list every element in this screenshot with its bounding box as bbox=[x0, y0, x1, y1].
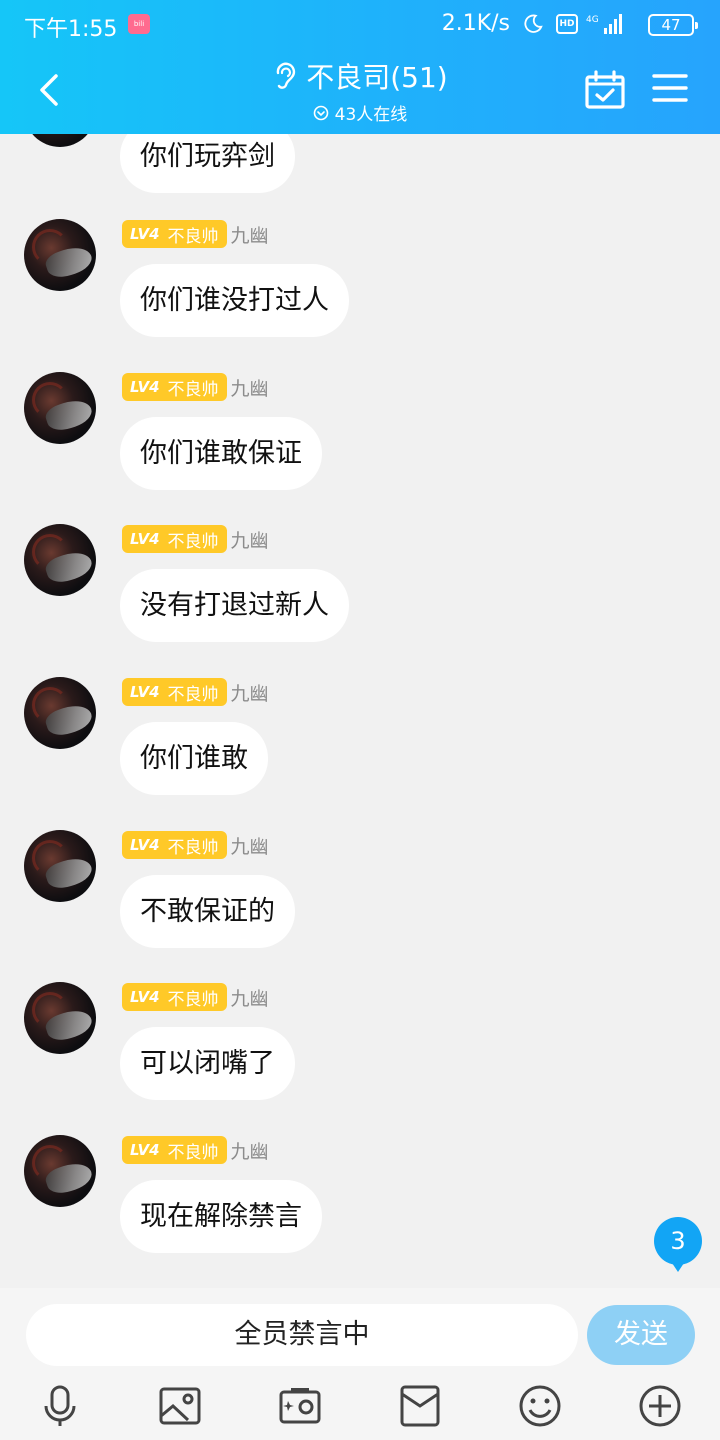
level-title: 不良帅 bbox=[167, 531, 219, 552]
level-badge: LV4 不良帅 bbox=[122, 373, 227, 401]
level-number: LV4 bbox=[130, 530, 160, 548]
sender-row: LV4 不良帅 九幽 bbox=[122, 677, 269, 707]
mic-icon[interactable] bbox=[38, 1384, 82, 1428]
avatar[interactable] bbox=[24, 830, 96, 902]
message-bubble[interactable]: 你们玩弈剑 bbox=[120, 134, 295, 193]
hd-icon: HD bbox=[556, 14, 578, 34]
image-icon[interactable] bbox=[158, 1384, 202, 1428]
title-row: 不良司(51) bbox=[272, 56, 448, 96]
status-time: 下午1:55 bbox=[24, 17, 118, 42]
message-item: LV4 不良帅 九幽 你们谁敢保证 bbox=[0, 372, 720, 512]
network-speed: 2.1K/s bbox=[441, 11, 510, 36]
level-number: LV4 bbox=[130, 378, 160, 396]
avatar[interactable] bbox=[24, 677, 96, 749]
message-bubble[interactable]: 你们谁敢 bbox=[120, 722, 268, 795]
level-number: LV4 bbox=[130, 225, 160, 243]
level-badge: LV4 不良帅 bbox=[122, 220, 227, 248]
sender-row: LV4 不良帅 九幽 bbox=[122, 1135, 269, 1165]
level-title: 不良帅 bbox=[167, 226, 219, 247]
message-bubble[interactable]: 不敢保证的 bbox=[120, 875, 295, 948]
sender-name[interactable]: 九幽 bbox=[231, 1137, 269, 1164]
level-title: 不良帅 bbox=[167, 837, 219, 858]
message-item: LV4 不良帅 九幽 没有打退过新人 bbox=[0, 524, 720, 664]
message-bubble[interactable]: 你们谁敢保证 bbox=[120, 417, 322, 490]
message-bubble[interactable]: 可以闭嘴了 bbox=[120, 1027, 295, 1100]
avatar[interactable] bbox=[24, 219, 96, 291]
avatar[interactable] bbox=[24, 982, 96, 1054]
unread-count-badge[interactable]: 3 bbox=[654, 1217, 702, 1272]
sender-name[interactable]: 九幽 bbox=[231, 221, 269, 248]
avatar[interactable] bbox=[24, 372, 96, 444]
sender-row: LV4 不良帅 九幽 bbox=[122, 524, 269, 554]
sender-row: LV4 不良帅 九幽 bbox=[122, 372, 269, 402]
sender-row: LV4 不良帅 九幽 bbox=[122, 830, 269, 860]
level-badge: LV4 不良帅 bbox=[122, 983, 227, 1011]
ear-icon bbox=[277, 62, 296, 89]
menu-icon[interactable] bbox=[652, 72, 688, 104]
sender-name[interactable]: 九幽 bbox=[231, 984, 269, 1011]
network-type: 4G bbox=[586, 15, 599, 25]
message-item: LV4 不良帅 九幽 你们谁敢 bbox=[0, 677, 720, 817]
moon-icon bbox=[524, 14, 543, 33]
level-title: 不良帅 bbox=[167, 1142, 219, 1163]
level-number: LV4 bbox=[130, 683, 160, 701]
sender-name[interactable]: 九幽 bbox=[231, 526, 269, 553]
message-list[interactable]: 你们玩弈剑 LV4 不良帅 九幽 你们谁没打过人 LV4 不良帅 九幽 你们谁敢… bbox=[0, 134, 720, 1288]
message-item: LV4 不良帅 九幽 你们谁没打过人 bbox=[0, 219, 720, 359]
online-count: 43人在线 bbox=[334, 105, 408, 125]
level-badge: LV4 不良帅 bbox=[122, 525, 227, 553]
sender-row: LV4 不良帅 九幽 bbox=[122, 219, 269, 249]
red-packet-icon[interactable] bbox=[398, 1384, 442, 1428]
status-right: 2.1K/s HD 4G 47 bbox=[434, 11, 698, 39]
sender-name[interactable]: 九幽 bbox=[231, 832, 269, 859]
status-bar: 下午1:55 bili 2.1K/s HD 4G 47 bbox=[0, 0, 720, 50]
sender-name[interactable]: 九幽 bbox=[231, 679, 269, 706]
message-item: LV4 不良帅 九幽 现在解除禁言 bbox=[0, 1135, 720, 1275]
message-bubble[interactable]: 你们谁没打过人 bbox=[120, 264, 349, 337]
level-title: 不良帅 bbox=[167, 684, 219, 705]
send-button[interactable]: 发送 bbox=[587, 1305, 695, 1365]
sender-name[interactable]: 九幽 bbox=[231, 374, 269, 401]
battery-indicator: 47 bbox=[648, 14, 698, 36]
online-check-icon bbox=[313, 105, 328, 120]
level-number: LV4 bbox=[130, 988, 160, 1006]
message-bubble[interactable]: 现在解除禁言 bbox=[120, 1180, 322, 1253]
avatar[interactable] bbox=[24, 134, 96, 147]
camera-icon[interactable] bbox=[278, 1384, 322, 1428]
calendar-check-icon[interactable] bbox=[584, 70, 626, 110]
message-bubble[interactable]: 没有打退过新人 bbox=[120, 569, 349, 642]
level-number: LV4 bbox=[130, 1141, 160, 1159]
message-item: LV4 不良帅 九幽 不敢保证的 bbox=[0, 830, 720, 970]
input-bar: 全员禁言中 发送 bbox=[0, 1288, 720, 1440]
level-number: LV4 bbox=[130, 836, 160, 854]
signal-icon: 4G bbox=[586, 14, 622, 34]
message-item: 你们玩弈剑 bbox=[0, 134, 720, 215]
bilibili-app-icon: bili bbox=[128, 14, 150, 34]
level-badge: LV4 不良帅 bbox=[122, 831, 227, 859]
emoji-icon[interactable] bbox=[518, 1384, 562, 1428]
sender-row: LV4 不良帅 九幽 bbox=[122, 982, 269, 1012]
plus-icon[interactable] bbox=[638, 1384, 682, 1428]
message-input[interactable]: 全员禁言中 bbox=[26, 1304, 578, 1366]
avatar[interactable] bbox=[24, 1135, 96, 1207]
level-title: 不良帅 bbox=[167, 379, 219, 400]
message-item: LV4 不良帅 九幽 可以闭嘴了 bbox=[0, 982, 720, 1122]
level-badge: LV4 不良帅 bbox=[122, 678, 227, 706]
level-title: 不良帅 bbox=[167, 989, 219, 1010]
group-title: 不良司(51) bbox=[306, 61, 448, 94]
chat-header: 下午1:55 bili 2.1K/s HD 4G 47 不良司(51) 43人在… bbox=[0, 0, 720, 134]
avatar[interactable] bbox=[24, 524, 96, 596]
level-badge: LV4 不良帅 bbox=[122, 1136, 227, 1164]
